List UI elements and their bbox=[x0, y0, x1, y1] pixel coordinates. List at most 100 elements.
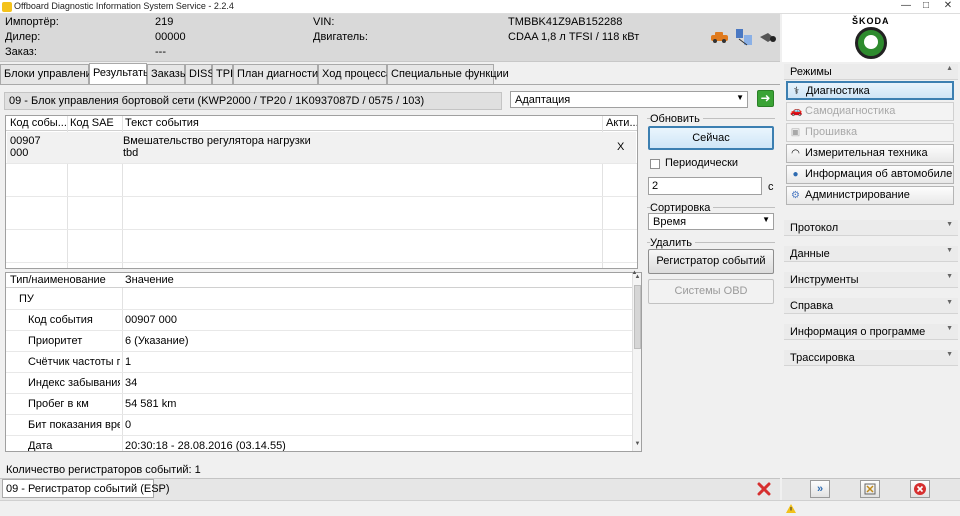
detail-name: Счётчик частоты проявления bbox=[28, 356, 120, 368]
details-rows: ПУ Код события 00907 000 Приоритет 6 (Ук… bbox=[6, 288, 632, 452]
chevron-down-icon: ▼ bbox=[946, 325, 953, 332]
brand-name: ŠKODA bbox=[852, 16, 890, 26]
tab-diagnostic-plan[interactable]: План диагностики bbox=[233, 64, 329, 84]
detail-value: 20:30:18 - 28.08.2016 (03.14.55) bbox=[125, 440, 286, 452]
detail-name: Индекс забывания / ... bbox=[28, 377, 120, 389]
refresh-title: Обновить bbox=[650, 113, 703, 125]
modes-title: Режимы bbox=[790, 66, 832, 78]
chevron-down-icon: ▼ bbox=[946, 221, 953, 228]
minimize-button[interactable]: — bbox=[896, 0, 916, 12]
col-event-text[interactable]: Текст события bbox=[125, 117, 199, 129]
col-active[interactable]: Акти... bbox=[606, 117, 637, 129]
event-active: X bbox=[617, 141, 625, 153]
table-row[interactable] bbox=[7, 132, 636, 163]
mode-flashing[interactable]: ▣ Прошивка bbox=[786, 123, 954, 142]
mode-label: Администрирование bbox=[805, 189, 910, 201]
details-table: Тип/наименование Значение ПУ Код события… bbox=[5, 272, 642, 452]
mode-vehicle-info[interactable]: ● Информация об автомобиле bbox=[786, 165, 954, 184]
help-section-header[interactable]: Справка ▼ bbox=[784, 298, 958, 314]
cancel-icon[interactable] bbox=[756, 481, 772, 497]
event-text-line1: Вмешательство регулятора нагрузки bbox=[123, 135, 311, 147]
network-icon[interactable] bbox=[734, 27, 754, 47]
tab-control-units[interactable]: Блоки управления bbox=[0, 64, 98, 84]
gear-icon: ⚙ bbox=[791, 190, 800, 201]
modes-section-header[interactable]: Режимы ▲ bbox=[784, 64, 958, 80]
tab-divider bbox=[0, 84, 780, 85]
close-window-button[interactable]: ✕ bbox=[938, 0, 958, 12]
mode-label: Диагностика bbox=[806, 85, 870, 97]
forward-icon[interactable]: » bbox=[810, 480, 830, 498]
dealer-label: Дилер: bbox=[5, 31, 41, 43]
trace-section-header[interactable]: Трассировка ▼ bbox=[784, 350, 958, 366]
mode-diagnostics[interactable]: ⚕ Диагностика bbox=[786, 81, 954, 100]
tab-tpi[interactable]: TPI bbox=[212, 64, 233, 84]
periodic-checkbox[interactable] bbox=[650, 159, 660, 169]
engine-value: CDAA 1,8 л TFSI / 118 кВт bbox=[508, 31, 640, 43]
scroll-up-icon[interactable]: ▲ bbox=[630, 270, 639, 276]
stethoscope-icon: ⚕ bbox=[793, 86, 800, 97]
engine-label: Двигатель: bbox=[313, 31, 368, 43]
detail-value: 34 bbox=[125, 377, 138, 389]
layout-icon[interactable] bbox=[860, 480, 880, 498]
bottom-tab-event-recorder[interactable]: 09 - Регистратор событий (ESP) bbox=[2, 479, 170, 498]
event-recorder-button[interactable]: Регистратор событий bbox=[648, 249, 774, 274]
detail-value: 54 581 km bbox=[125, 398, 177, 410]
dealer-value: 00000 bbox=[155, 31, 186, 43]
detail-name: Приоритет bbox=[28, 335, 83, 347]
detail-name: ПУ bbox=[19, 293, 34, 305]
detail-value: 6 (Указание) bbox=[125, 335, 189, 347]
order-label: Заказ: bbox=[5, 46, 37, 58]
events-table: Код собы... Код SAE Текст события Акти..… bbox=[5, 115, 638, 269]
sorting-select-value: Время bbox=[653, 216, 687, 228]
protocol-section-header[interactable]: Протокол ▼ bbox=[784, 220, 958, 236]
ecu-title: 09 - Блок управления бортовой сети (KWP2… bbox=[4, 92, 502, 110]
mode-select[interactable]: Адаптация ▼ bbox=[510, 91, 748, 108]
section-title: Трассировка bbox=[790, 352, 855, 364]
tab-special-functions[interactable]: Специальные функции bbox=[387, 64, 509, 84]
order-value: --- bbox=[155, 46, 166, 58]
mode-label: Информация об автомобиле bbox=[805, 168, 953, 180]
go-button[interactable]: ➜ bbox=[757, 90, 774, 107]
detail-name: Пробег в км bbox=[28, 398, 89, 410]
details-scrollbar[interactable]: ▲ ▼ bbox=[632, 273, 641, 451]
tab-results[interactable]: Результаты bbox=[89, 63, 151, 85]
col-value[interactable]: Значение bbox=[125, 274, 174, 286]
section-title: Протокол bbox=[790, 222, 839, 234]
refresh-now-button[interactable]: Сейчас bbox=[648, 126, 774, 150]
scroll-thumb[interactable] bbox=[634, 285, 641, 349]
window-title: Offboard Diagnostic Information System S… bbox=[14, 1, 234, 11]
gauge-icon: ◠ bbox=[791, 148, 800, 159]
importer-label: Импортёр: bbox=[5, 16, 59, 28]
col-type-name[interactable]: Тип/наименование bbox=[10, 274, 106, 286]
detail-value: 00907 000 bbox=[125, 314, 177, 326]
event-code-line1: 00907 bbox=[10, 135, 41, 147]
mode-measurement[interactable]: ◠ Измерительная техника bbox=[786, 144, 954, 163]
tools-section-header[interactable]: Инструменты ▼ bbox=[784, 272, 958, 288]
tab-diss[interactable]: DISS bbox=[185, 64, 215, 84]
col-sae-code[interactable]: Код SAE bbox=[70, 117, 114, 129]
tab-orders[interactable]: Заказы bbox=[147, 64, 188, 84]
info-car-icon: ● bbox=[792, 169, 799, 180]
detail-value: 1 bbox=[125, 356, 132, 368]
event-text-line2: tbd bbox=[123, 147, 139, 159]
interval-input[interactable]: 2 bbox=[648, 177, 762, 195]
car-connection-icon[interactable] bbox=[710, 30, 730, 44]
details-table-header: Тип/наименование Значение bbox=[6, 273, 641, 288]
obd-systems-button[interactable]: Системы OBD bbox=[648, 279, 774, 304]
vehicle-header: Импортёр: 219 Дилер: 00000 Заказ: --- VI… bbox=[0, 14, 780, 62]
scroll-down-icon[interactable]: ▼ bbox=[633, 441, 641, 447]
warning-icon bbox=[786, 504, 796, 513]
mode-administration[interactable]: ⚙ Администрирование bbox=[786, 186, 954, 205]
sorting-select[interactable]: Время ▼ bbox=[648, 213, 774, 230]
cable-icon[interactable] bbox=[758, 30, 778, 44]
chevron-down-icon: ▼ bbox=[946, 351, 953, 358]
maximize-button[interactable]: □ bbox=[916, 0, 936, 12]
about-section-header[interactable]: Информация о программе ▼ bbox=[784, 324, 958, 340]
events-table-header: Код собы... Код SAE Текст события Акти..… bbox=[6, 116, 637, 131]
tab-process[interactable]: Ход процесса bbox=[318, 64, 392, 84]
mode-self-diagnostics[interactable]: 🚗 Самодиагностика bbox=[786, 102, 954, 121]
exit-icon[interactable] bbox=[910, 480, 930, 498]
col-event-code[interactable]: Код собы... bbox=[10, 117, 67, 129]
periodic-label: Периодически bbox=[665, 157, 739, 169]
data-section-header[interactable]: Данные ▼ bbox=[784, 246, 958, 262]
